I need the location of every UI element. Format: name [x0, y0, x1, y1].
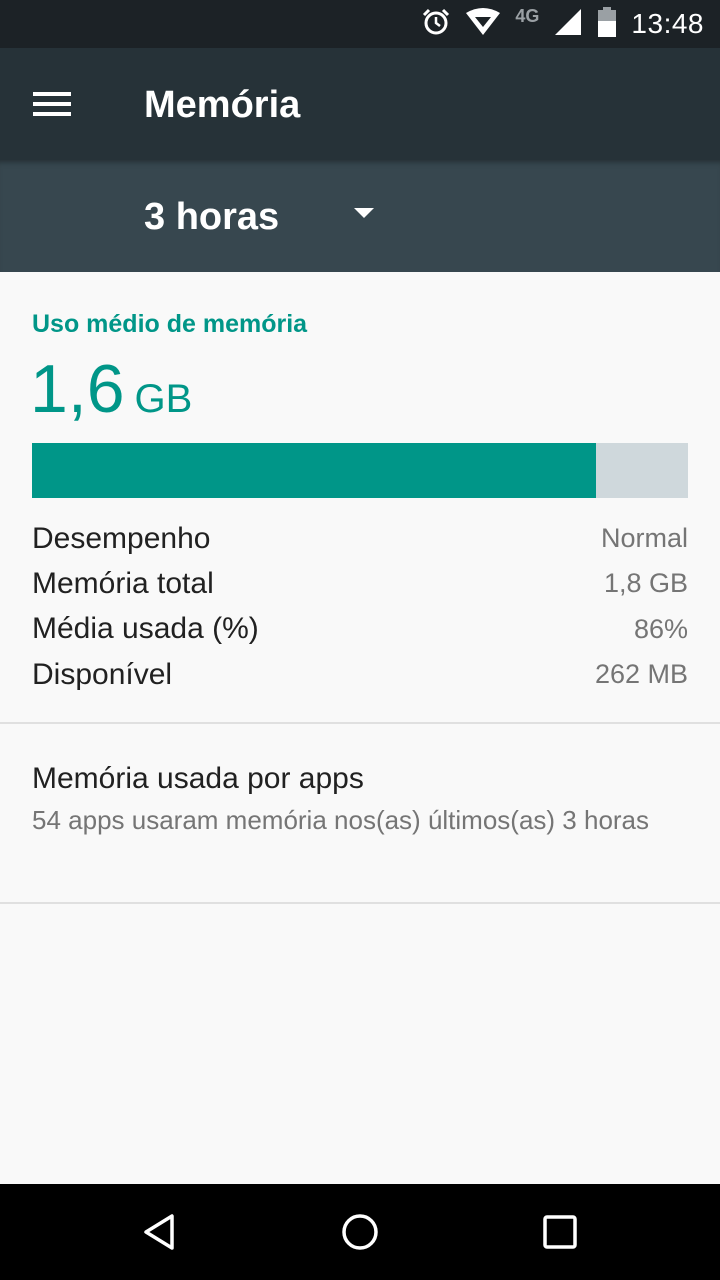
detail-value: Normal — [600, 523, 688, 554]
summary-heading: Uso médio de memória — [32, 310, 308, 338]
memory-usage-bar — [32, 443, 688, 498]
detail-value: 262 MB — [594, 659, 688, 690]
clock: 13:48 — [631, 8, 704, 39]
memory-usage-fill — [32, 443, 597, 498]
divider — [0, 902, 720, 904]
detail-label: Memória total — [32, 566, 214, 600]
page-title: Memória — [144, 84, 301, 126]
detail-label: Média usada (%) — [32, 612, 259, 646]
detail-row-average-used: Média usada (%) 86% — [32, 607, 688, 652]
detail-value: 86% — [633, 613, 688, 644]
period-selector[interactable]: 3 horas — [0, 160, 720, 272]
recents-icon[interactable] — [530, 1202, 590, 1262]
signal-icon — [553, 7, 583, 42]
apps-subtitle: 54 apps usaram memória nos(as) últimos(a… — [32, 805, 650, 835]
status-bar: 4G 13:48 — [0, 0, 720, 48]
average-memory: 1,6 GB — [30, 350, 192, 428]
memory-summary: Uso médio de memória 1,6 GB Desempenho No… — [0, 272, 720, 722]
detail-row-total: Memória total 1,8 GB — [32, 561, 688, 606]
apps-title: Memória usada por apps — [32, 762, 364, 795]
navigation-bar — [0, 1184, 720, 1280]
home-icon[interactable] — [330, 1202, 390, 1262]
battery-icon — [597, 6, 617, 42]
network-type: 4G — [515, 5, 540, 26]
memory-details: Desempenho Normal Memória total 1,8 GB M… — [32, 516, 688, 697]
detail-label: Disponível — [32, 657, 173, 691]
period-selected-value[interactable]: 3 horas — [144, 196, 279, 239]
hamburger-menu-icon[interactable] — [24, 76, 80, 132]
detail-row-available: Disponível 262 MB — [32, 652, 688, 697]
average-value: 1,6 — [30, 351, 125, 427]
average-unit: GB — [134, 377, 193, 421]
app-bar: Memória — [0, 48, 720, 160]
dropdown-arrow-icon[interactable] — [350, 200, 378, 228]
status-icons: 4G 13:48 — [421, 0, 704, 48]
detail-row-performance: Desempenho Normal — [32, 516, 688, 561]
detail-label: Desempenho — [32, 521, 211, 555]
wifi-icon — [465, 7, 501, 42]
memory-used-by-apps-item[interactable]: Memória usada por apps 54 apps usaram me… — [0, 724, 720, 902]
detail-value: 1,8 GB — [603, 568, 688, 599]
back-icon[interactable] — [130, 1202, 190, 1262]
alarm-icon — [421, 7, 451, 42]
